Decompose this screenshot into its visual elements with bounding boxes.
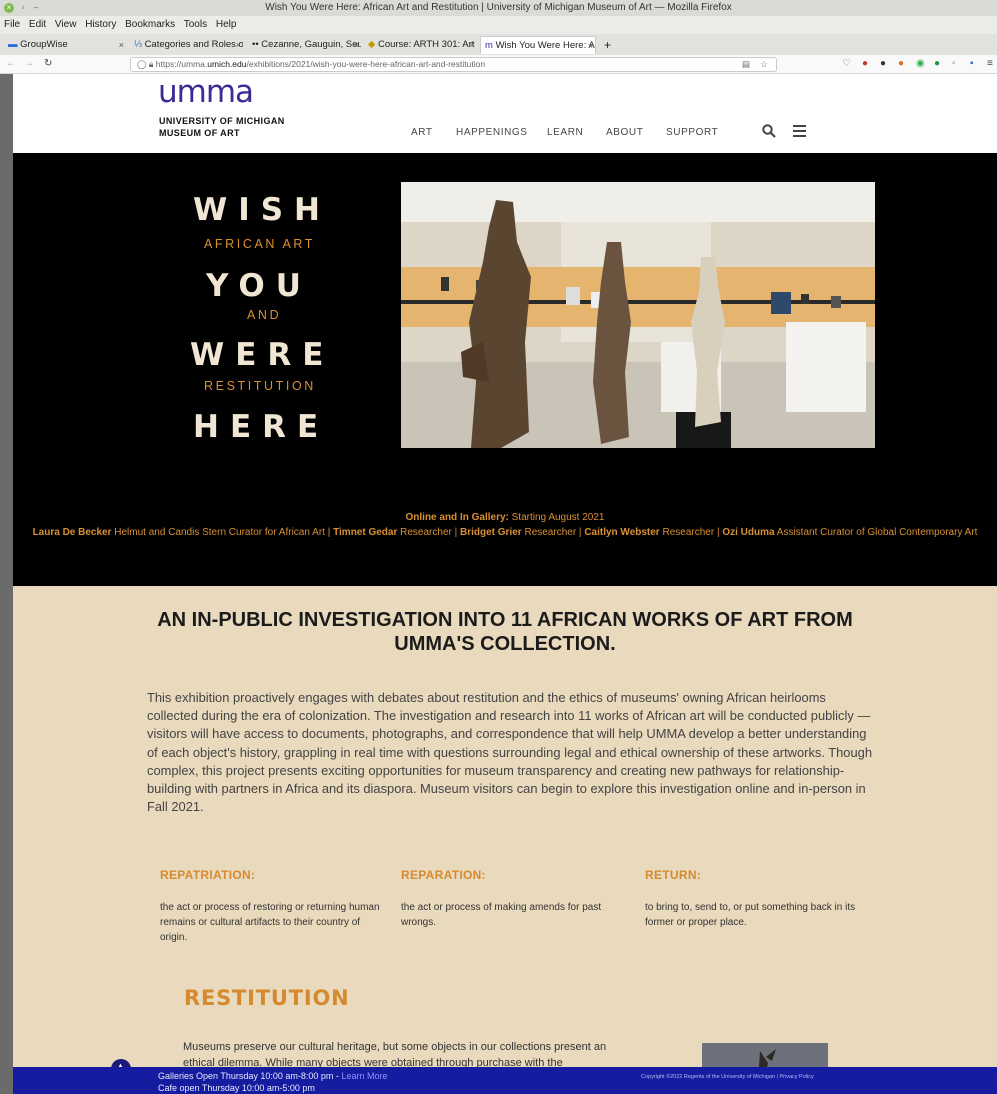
intro-paragraph: This exhibition proactively engages with… <box>147 690 872 815</box>
curators-line: Laura De Becker Helmut and Candis Stern … <box>32 527 978 538</box>
lock-icon: 🔒︎ <box>148 59 156 69</box>
hero-sub-and: AND <box>247 308 282 322</box>
tab-course[interactable]: ◆ Course: ARTH 301: Art × <box>364 36 477 54</box>
close-tab-icon[interactable]: × <box>236 36 241 54</box>
menu-tools[interactable]: Tools <box>184 19 207 30</box>
shield-icon: ◆ <box>368 39 378 50</box>
url-bar[interactable]: ◯ 🔒︎ https://umma.umich.edu/exhibitions/… <box>130 57 777 72</box>
shield-icon: ◯ <box>137 59 149 69</box>
close-tab-icon[interactable]: × <box>470 36 475 54</box>
close-tab-icon[interactable]: × <box>354 36 359 54</box>
hero-sub-african-art: AFRICAN ART <box>204 237 316 251</box>
extension-icon[interactable]: ◉ <box>916 58 925 69</box>
site-footer: Galleries Open Thursday 10:00 am-8:00 pm… <box>13 1067 997 1094</box>
copyright-text[interactable]: Copyright ©2022 Regents of the Universit… <box>641 1072 814 1082</box>
tab-categories[interactable]: ⅓ Categories and Roles o × <box>130 36 243 54</box>
web-page: umma UNIVERSITY OF MICHIGAN MUSEUM OF AR… <box>13 74 997 1094</box>
tab-wish-you-were-here[interactable]: m Wish You Were Here: A × <box>480 36 596 54</box>
minimize-window-icon[interactable]: ▫ <box>18 3 28 13</box>
menu-icon[interactable]: ≡ <box>987 58 993 69</box>
new-tab-button[interactable]: + <box>600 36 616 54</box>
tab-cezanne[interactable]: •• Cezanne, Gauguin, Seu × <box>248 36 361 54</box>
menu-help[interactable]: Help <box>216 19 237 30</box>
close-tab-icon[interactable]: × <box>588 37 593 54</box>
title-bar: × ▫ – Wish You Were Here: African Art an… <box>0 0 997 16</box>
nav-about[interactable]: ABOUT <box>606 127 643 138</box>
extension-icon[interactable]: ▫ <box>952 58 956 69</box>
hero-sub-restitution: RESTITUTION <box>204 379 316 393</box>
term-reparation: REPARATION: <box>401 868 486 882</box>
gallery-photo <box>401 182 875 448</box>
umma-favicon-icon: m <box>485 40 496 51</box>
menu-view[interactable]: View <box>55 19 77 30</box>
close-window-icon[interactable]: × <box>4 3 14 13</box>
nav-art[interactable]: ART <box>411 127 433 138</box>
nav-happenings[interactable]: HAPPENINGS <box>456 127 528 138</box>
cafe-hours: Cafe open Thursday 10:00 am-5:00 pm <box>158 1083 315 1093</box>
left-border <box>0 74 13 1094</box>
page-headline: AN IN-PUBLIC INVESTIGATION INTO 11 AFRIC… <box>157 609 853 655</box>
hamburger-menu-icon[interactable] <box>793 125 806 137</box>
navigation-bar: ← → ↻ ◯ 🔒︎ https://umma.umich.edu/exhibi… <box>0 55 997 74</box>
hero-word-wish: WISH <box>193 192 331 228</box>
exhibition-credits: Online and In Gallery: Starting August 2… <box>13 510 997 540</box>
hero-word-here: HERE <box>193 409 330 445</box>
window-title: Wish You Were Here: African Art and Rest… <box>265 2 732 13</box>
site-favicon-icon: •• <box>252 39 262 50</box>
menu-history[interactable]: History <box>85 19 116 30</box>
search-icon[interactable] <box>762 124 776 138</box>
umma-logo[interactable]: umma <box>158 77 254 108</box>
site-header: umma UNIVERSITY OF MICHIGAN MUSEUM OF AR… <box>13 74 997 153</box>
reader-view-icon[interactable]: ▤ <box>742 58 750 71</box>
menu-bookmarks[interactable]: Bookmarks <box>125 19 175 30</box>
back-icon[interactable]: ← <box>6 58 16 69</box>
content-section <box>13 586 997 1067</box>
nav-support[interactable]: SUPPORT <box>666 127 718 138</box>
learn-more-link[interactable]: Learn More <box>341 1071 387 1081</box>
reload-icon[interactable]: ↻ <box>44 58 52 69</box>
def-reparation: the act or process of making amends for … <box>401 902 602 928</box>
menu-file[interactable]: File <box>4 19 20 30</box>
pocket-icon[interactable]: ♡ <box>842 58 851 69</box>
extension-icon[interactable]: ● <box>862 58 868 69</box>
nav-learn[interactable]: LEARN <box>547 127 583 138</box>
extension-icon[interactable]: ● <box>934 58 940 69</box>
def-return: to bring to, send to, or put something b… <box>645 902 856 928</box>
mail-icon: ▬ <box>8 39 21 50</box>
exhibition-hero: WISH AFRICAN ART YOU AND WERE RESTITUTIO… <box>13 153 997 586</box>
extension-icon[interactable]: ▪ <box>970 58 974 69</box>
tab-groupwise[interactable]: ▬ GroupWise × <box>4 36 126 54</box>
logo-text[interactable]: UNIVERSITY OF MICHIGAN MUSEUM OF ART <box>159 115 285 139</box>
menu-bar: File Edit View History Bookmarks Tools H… <box>0 16 997 34</box>
def-repatriation: the act or process of restoring or retur… <box>160 902 380 943</box>
maximize-window-icon[interactable]: – <box>31 3 41 13</box>
forward-icon[interactable]: → <box>24 58 34 69</box>
extension-icon[interactable]: ● <box>898 58 904 69</box>
hero-word-you: YOU <box>206 268 312 304</box>
tab-bar: ▬ GroupWise × ⅓ Categories and Roles o × •… <box>0 34 997 55</box>
hero-word-were: WERE <box>190 337 335 373</box>
schedule-line: Online and In Gallery: Starting August 2… <box>405 512 605 523</box>
extension-icon[interactable]: ● <box>880 58 886 69</box>
browser-window: × ▫ – Wish You Were Here: African Art an… <box>0 0 997 1094</box>
term-return: RETURN: <box>645 868 702 882</box>
site-favicon-icon: ⅓ <box>134 39 145 50</box>
bookmark-star-icon[interactable]: ☆ <box>760 58 768 71</box>
menu-edit[interactable]: Edit <box>29 19 46 30</box>
galleries-hours: Galleries Open Thursday 10:00 am-8:00 pm… <box>158 1071 388 1081</box>
term-repatriation: REPATRIATION: <box>160 868 256 882</box>
restitution-heading: RESTITUTION <box>184 986 350 1010</box>
close-tab-icon[interactable]: × <box>119 36 124 54</box>
